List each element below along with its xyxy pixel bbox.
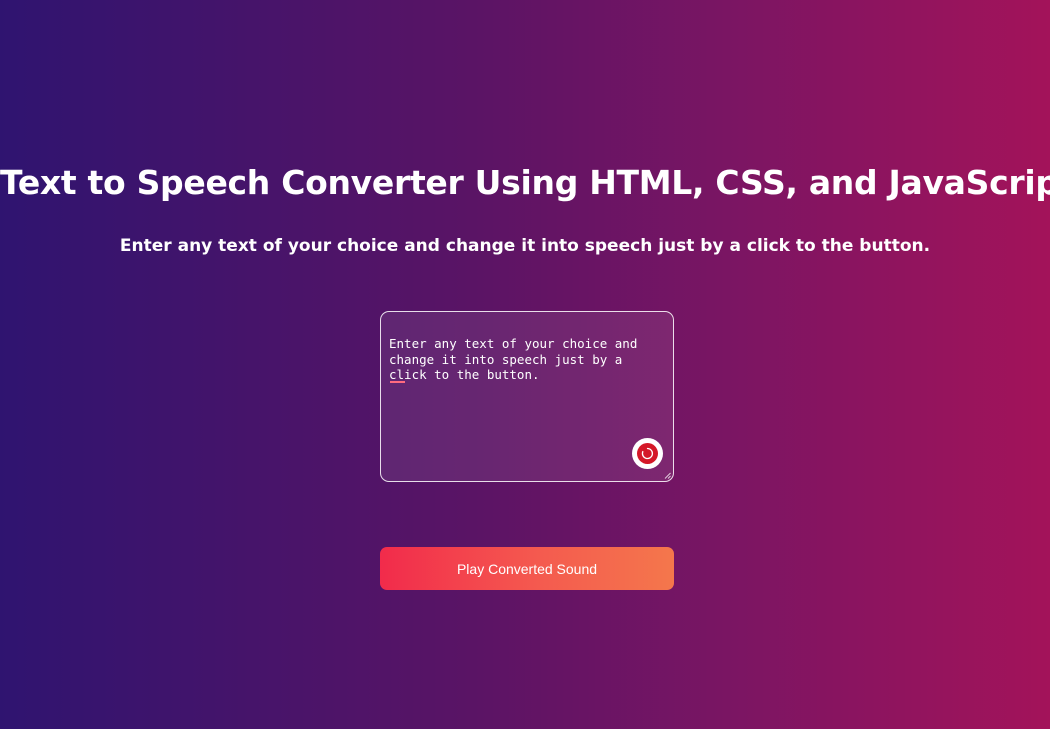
play-converted-sound-button[interactable]: Play Converted Sound — [380, 547, 674, 590]
resize-handle-icon[interactable] — [664, 472, 671, 479]
spellcheck-underline — [390, 381, 405, 383]
record-button[interactable] — [632, 438, 663, 469]
page-title: Text to Speech Converter Using HTML, CSS… — [0, 163, 1050, 202]
page: Text to Speech Converter Using HTML, CSS… — [0, 0, 1050, 729]
page-subtitle: Enter any text of your choice and change… — [119, 236, 931, 256]
record-swirl-icon — [641, 447, 654, 460]
text-input[interactable]: Enter any text of your choice and change… — [389, 336, 667, 446]
record-icon — [637, 443, 658, 464]
text-input-container: Enter any text of your choice and change… — [380, 311, 674, 482]
